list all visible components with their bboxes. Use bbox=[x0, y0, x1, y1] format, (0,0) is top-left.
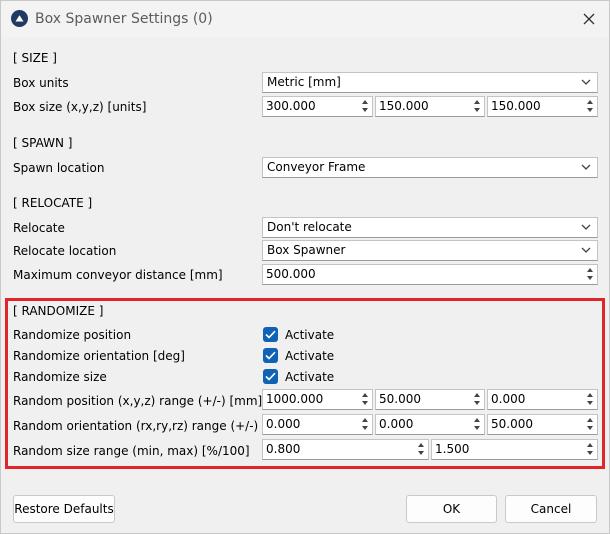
randomize-size-label: Randomize size bbox=[13, 370, 107, 384]
spin-arrows-icon[interactable] bbox=[472, 416, 483, 433]
cancel-button[interactable]: Cancel bbox=[505, 495, 597, 523]
random-position-z-stepper[interactable]: 0.000 bbox=[487, 389, 598, 410]
random-position-z-value: 0.000 bbox=[491, 392, 526, 406]
checkmark-icon bbox=[265, 372, 276, 381]
random-size-min-value: 0.800 bbox=[266, 442, 301, 456]
random-orientation-ry-stepper[interactable]: 0.000 bbox=[375, 414, 485, 435]
section-title-size: [ SIZE ] bbox=[13, 51, 57, 65]
randomize-orientation-checkbox[interactable] bbox=[263, 348, 278, 363]
ok-button[interactable]: OK bbox=[406, 495, 497, 523]
randomize-position-label: Randomize position bbox=[13, 328, 132, 342]
spin-arrows-icon[interactable] bbox=[360, 416, 371, 433]
relocate-location-label: Relocate location bbox=[13, 244, 117, 258]
max-conveyor-distance-label: Maximum conveyor distance [mm] bbox=[13, 268, 223, 282]
random-size-max-stepper[interactable]: 1.500 bbox=[431, 439, 598, 460]
random-orientation-rz-stepper[interactable]: 50.000 bbox=[487, 414, 598, 435]
box-size-z-stepper[interactable]: 150.000 bbox=[487, 96, 598, 117]
random-position-x-stepper[interactable]: 1000.000 bbox=[262, 389, 373, 410]
random-orientation-rx-value: 0.000 bbox=[266, 417, 301, 431]
random-position-y-stepper[interactable]: 50.000 bbox=[375, 389, 485, 410]
box-size-y-stepper[interactable]: 150.000 bbox=[375, 96, 485, 117]
close-icon[interactable] bbox=[581, 11, 597, 27]
relocate-select[interactable]: Don't relocate bbox=[262, 217, 598, 238]
spin-arrows-icon[interactable] bbox=[585, 416, 596, 433]
randomize-size-activate-label[interactable]: Activate bbox=[285, 370, 334, 384]
box-size-x-stepper[interactable]: 300.000 bbox=[262, 96, 373, 117]
relocate-value: Don't relocate bbox=[267, 220, 352, 234]
box-size-z-value: 150.000 bbox=[491, 99, 541, 113]
chevron-down-icon bbox=[581, 164, 591, 170]
section-title-spawn: [ SPAWN ] bbox=[13, 136, 73, 150]
max-conveyor-distance-value: 500.000 bbox=[266, 267, 316, 281]
dialog-window: Box Spawner Settings (0) [ SIZE ] Box un… bbox=[0, 0, 610, 534]
spin-arrows-icon[interactable] bbox=[472, 98, 483, 115]
window-title: Box Spawner Settings (0) bbox=[35, 11, 213, 27]
relocate-label: Relocate bbox=[13, 221, 65, 235]
relocate-location-value: Box Spawner bbox=[267, 243, 346, 257]
random-orientation-rz-value: 50.000 bbox=[491, 417, 533, 431]
spin-arrows-icon[interactable] bbox=[585, 391, 596, 408]
spin-arrows-icon[interactable] bbox=[472, 391, 483, 408]
box-size-label: Box size (x,y,z) [units] bbox=[13, 100, 147, 114]
random-orientation-rx-stepper[interactable]: 0.000 bbox=[262, 414, 373, 435]
max-conveyor-distance-stepper[interactable]: 500.000 bbox=[262, 264, 598, 285]
random-position-x-value: 1000.000 bbox=[266, 392, 324, 406]
spin-arrows-icon[interactable] bbox=[360, 98, 371, 115]
randomize-orientation-label: Randomize orientation [deg] bbox=[13, 349, 185, 363]
random-position-y-value: 50.000 bbox=[379, 392, 421, 406]
spawn-location-value: Conveyor Frame bbox=[267, 160, 366, 174]
chevron-down-icon bbox=[581, 79, 591, 85]
checkmark-icon bbox=[265, 351, 276, 360]
chevron-down-icon bbox=[581, 224, 591, 230]
random-size-max-value: 1.500 bbox=[435, 442, 470, 456]
spawn-location-label: Spawn location bbox=[13, 161, 105, 175]
spin-arrows-icon[interactable] bbox=[585, 441, 596, 458]
random-position-range-label: Random position (x,y,z) range (+/-) [mm] bbox=[13, 394, 263, 408]
spin-arrows-icon[interactable] bbox=[360, 391, 371, 408]
randomize-orientation-activate-label[interactable]: Activate bbox=[285, 349, 334, 363]
title-bar: Box Spawner Settings (0) bbox=[1, 1, 609, 37]
box-units-label: Box units bbox=[13, 76, 69, 90]
spin-arrows-icon[interactable] bbox=[585, 266, 596, 283]
spin-arrows-icon[interactable] bbox=[416, 441, 427, 458]
spin-arrows-icon[interactable] bbox=[585, 98, 596, 115]
random-orientation-ry-value: 0.000 bbox=[379, 417, 414, 431]
randomize-position-activate-label[interactable]: Activate bbox=[285, 328, 334, 342]
box-units-select[interactable]: Metric [mm] bbox=[262, 72, 598, 93]
spawn-location-select[interactable]: Conveyor Frame bbox=[262, 157, 598, 178]
section-title-relocate: [ RELOCATE ] bbox=[13, 196, 93, 210]
section-title-randomize: [ RANDOMIZE ] bbox=[13, 304, 104, 318]
relocate-location-select[interactable]: Box Spawner bbox=[262, 240, 598, 261]
randomize-position-checkbox[interactable] bbox=[263, 327, 278, 342]
app-logo-icon bbox=[11, 10, 28, 27]
box-size-y-value: 150.000 bbox=[379, 99, 429, 113]
box-size-x-value: 300.000 bbox=[266, 99, 316, 113]
chevron-down-icon bbox=[581, 247, 591, 253]
random-orientation-range-label: Random orientation (rx,ry,rz) range (+/-… bbox=[13, 419, 259, 433]
restore-defaults-button[interactable]: Restore Defaults bbox=[13, 495, 115, 523]
random-size-range-label: Random size range (min, max) [%/100] bbox=[13, 444, 250, 458]
box-units-value: Metric [mm] bbox=[267, 75, 341, 89]
dialog-content: [ SIZE ] Box units Metric [mm] Box size … bbox=[1, 37, 609, 534]
checkmark-icon bbox=[265, 330, 276, 339]
randomize-size-checkbox[interactable] bbox=[263, 369, 278, 384]
random-size-min-stepper[interactable]: 0.800 bbox=[262, 439, 429, 460]
